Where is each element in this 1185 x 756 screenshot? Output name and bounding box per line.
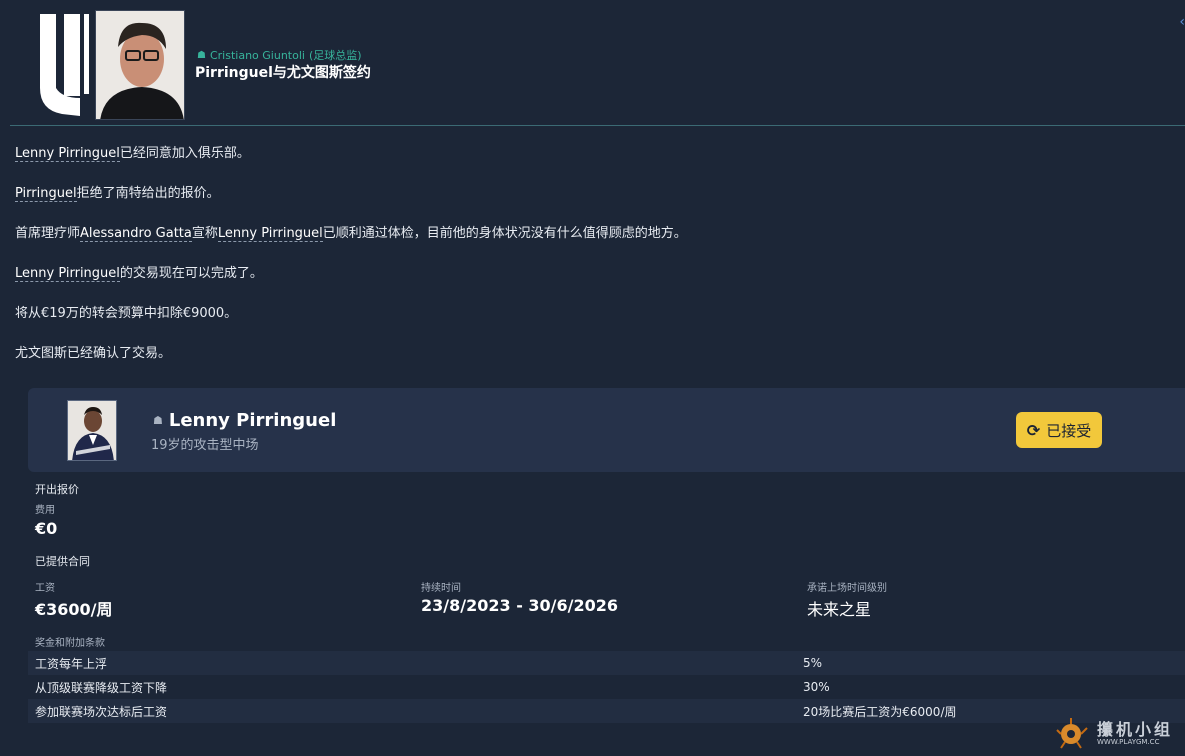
player-photo[interactable]: [67, 400, 117, 461]
duration-value: 23/8/2023 - 30/6/2026: [421, 596, 619, 615]
clause-label: 参加联赛场次达标后工资: [35, 704, 168, 719]
offer-section-title: 开出报价: [35, 483, 79, 496]
player-name[interactable]: ☗ Lenny Pirringuel: [153, 410, 336, 431]
staff-link[interactable]: Alessandro Gatta: [80, 226, 192, 242]
player-card: ☗ Lenny Pirringuel 19岁的攻击型中场 ⟳ 已接受: [28, 388, 1185, 472]
watermark-logo-icon: [1056, 718, 1088, 749]
fee-label: 费用: [35, 505, 55, 516]
wage-value: €3600/周: [35, 600, 113, 619]
player-description: 19岁的攻击型中场: [151, 438, 259, 453]
sender-name[interactable]: Cristiano Giuntoli: [210, 49, 305, 62]
message-subject: Pirringuel与尤文图斯签约: [195, 65, 371, 81]
header-divider: [10, 125, 1185, 126]
sender-role: (足球总监): [308, 49, 362, 62]
message-paragraph: Lenny Pirringuel已经同意加入俱乐部。: [15, 146, 250, 162]
clause-label: 工资每年上浮: [35, 656, 108, 671]
message-paragraph: 将从€19万的转会预算中扣除€9000。: [15, 306, 238, 321]
wage-label: 工资: [35, 583, 55, 594]
watermark-title: 攥机小组: [1097, 720, 1174, 739]
message-paragraph: Lenny Pirringuel的交易现在可以完成了。: [15, 266, 263, 282]
clause-value: 5%: [803, 656, 823, 670]
clause-label: 从顶级联赛降级工资下降: [35, 680, 168, 695]
player-link[interactable]: Lenny Pirringuel: [15, 146, 120, 162]
player-link[interactable]: Lenny Pirringuel: [217, 226, 323, 242]
message-body: Lenny Pirringuel已经同意加入俱乐部。 Pirringuel拒绝了…: [15, 144, 1175, 384]
player-link[interactable]: Lenny Pirringuel: [15, 266, 120, 282]
accepted-label: 已接受: [1046, 421, 1092, 440]
accepted-status-button[interactable]: ⟳ 已接受: [1016, 412, 1102, 448]
message-header: ☗ Cristiano Giuntoli (足球总监) Pirringuel与尤…: [0, 0, 1185, 126]
person-icon: ☗: [197, 49, 206, 61]
duration-label: 持续时间: [421, 583, 461, 594]
watermark-url: WWW.PLAYGM.CC: [1097, 738, 1160, 746]
clause-row: 工资每年上浮 5%: [28, 651, 1185, 675]
sender-line[interactable]: ☗ Cristiano Giuntoli (足球总监): [197, 47, 362, 63]
clauses-title: 奖金和附加条款: [35, 638, 105, 649]
playing-time-label: 承诺上场时间级别: [807, 583, 887, 594]
juventus-logo[interactable]: [36, 14, 98, 116]
clause-value: 30%: [803, 680, 830, 694]
message-paragraph: Pirringuel拒绝了南特给出的报价。: [15, 186, 220, 202]
expand-arrow-icon[interactable]: ‹: [1179, 14, 1185, 30]
clause-row: 从顶级联赛降级工资下降 30%: [28, 675, 1185, 699]
manager-photo[interactable]: [95, 10, 185, 120]
fee-value: €0: [35, 519, 58, 538]
clause-value: 20场比赛后工资为€6000/周: [803, 704, 957, 719]
message-paragraph: 首席理疗师Alessandro Gatta宣称Lenny Pirringuel已…: [15, 226, 687, 242]
clause-row: 参加联赛场次达标后工资 20场比赛后工资为€6000/周: [28, 699, 1185, 723]
swap-icon: ⟳: [1026, 420, 1041, 440]
watermark: 攥机小组 WWW.PLAYGM.CC: [1055, 712, 1185, 756]
playing-time-value: 未来之星: [807, 600, 872, 619]
message-paragraph: 尤文图斯已经确认了交易。: [15, 346, 172, 361]
contract-section-title: 已提供合同: [35, 555, 90, 568]
player-link[interactable]: Pirringuel: [15, 186, 77, 202]
person-icon: ☗: [153, 414, 163, 427]
